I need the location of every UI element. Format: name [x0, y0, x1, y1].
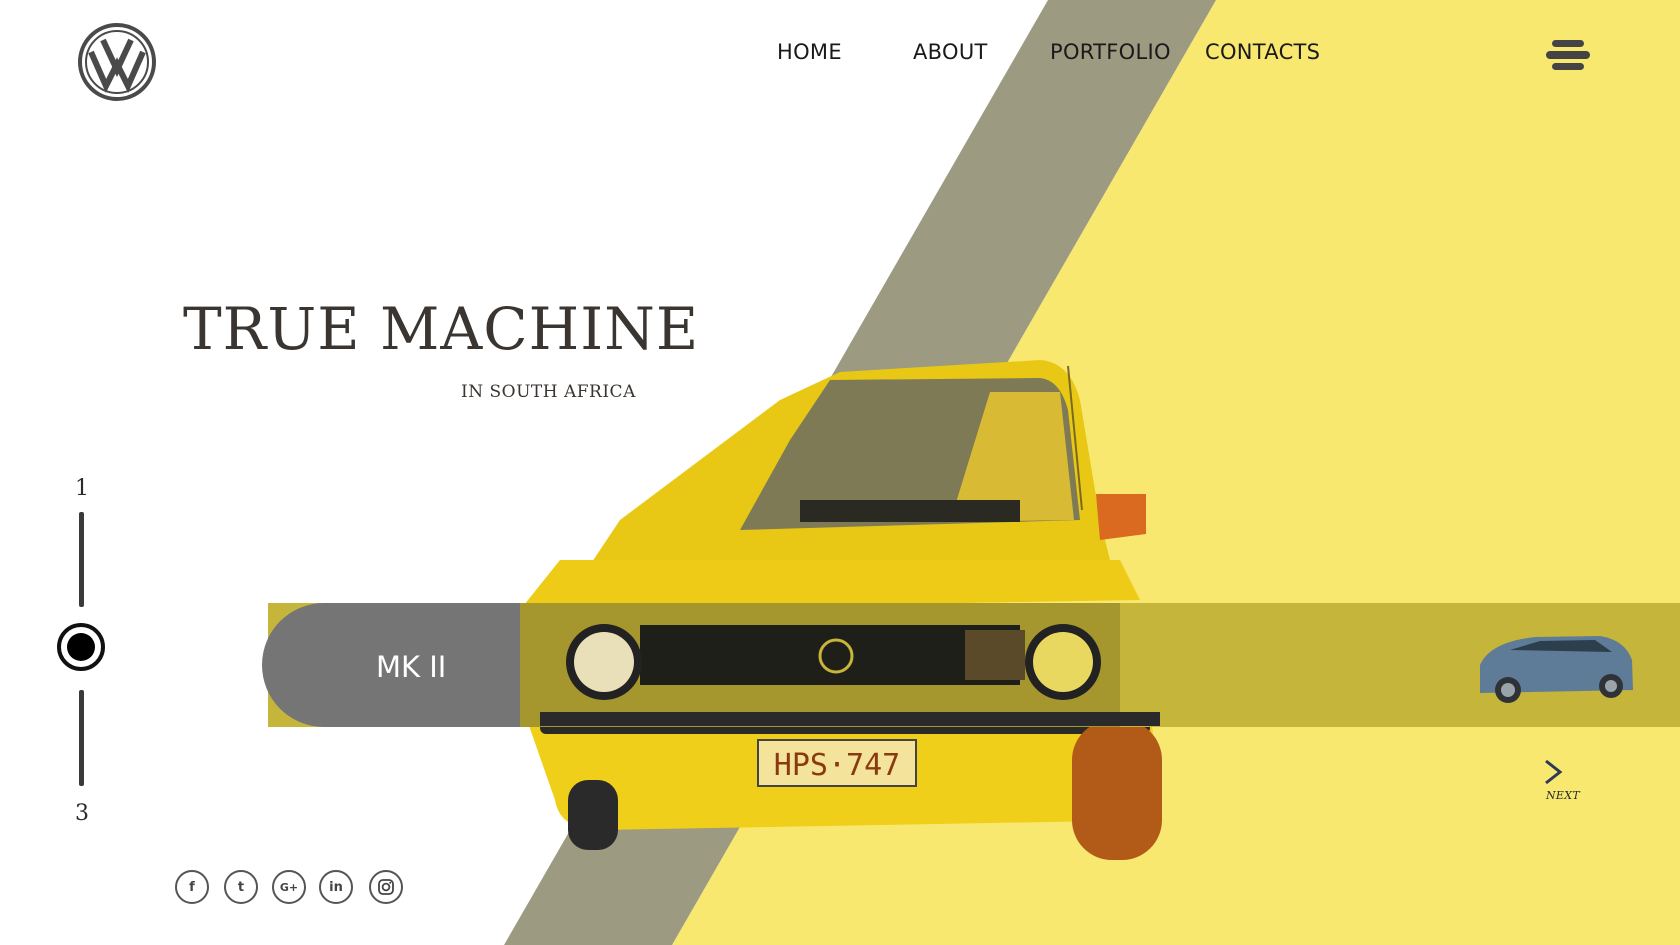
facebook-glyph: f — [189, 879, 195, 895]
linkedin-icon[interactable]: in — [319, 870, 353, 904]
pager-line-top — [79, 512, 84, 607]
hero-subtitle: IN SOUTH AFRICA — [461, 382, 636, 402]
chevron-right-icon[interactable] — [1540, 757, 1566, 787]
facebook-icon[interactable]: f — [175, 870, 209, 904]
vw-logo-icon[interactable] — [77, 22, 157, 102]
linkedin-glyph: in — [329, 879, 343, 895]
instagram-icon[interactable] — [369, 870, 403, 904]
instagram-glyph — [378, 879, 394, 895]
pager-last-number[interactable]: 3 — [67, 801, 97, 826]
hero-background: HPS·747 — [262, 0, 1680, 945]
hero-page: HPS·747 HOME ABOUT PORTFOLIO CONTACTS TR… — [0, 0, 1680, 945]
nav-item-home[interactable]: HOME — [777, 40, 842, 64]
model-label: MK II — [376, 650, 447, 684]
twitter-icon[interactable]: t — [224, 870, 258, 904]
hamburger-menu-icon[interactable] — [1544, 38, 1592, 72]
car-front — [520, 603, 1160, 727]
pager-line-bottom — [79, 690, 84, 786]
hero-title: TRUE MACHINE — [183, 295, 700, 363]
google-plus-icon[interactable]: G+ — [272, 870, 306, 904]
nav-item-about[interactable]: ABOUT — [913, 40, 988, 64]
next-label[interactable]: NEXT — [1546, 789, 1580, 802]
license-plate-text: HPS·747 — [774, 748, 900, 783]
twitter-glyph: t — [237, 879, 245, 895]
pager-current-dot[interactable] — [57, 623, 105, 671]
pager-first-number[interactable]: 1 — [67, 476, 97, 501]
nav-item-contacts[interactable]: CONTACTS — [1205, 40, 1320, 64]
google-plus-glyph: G+ — [279, 880, 299, 894]
nav-item-portfolio[interactable]: PORTFOLIO — [1050, 40, 1171, 64]
